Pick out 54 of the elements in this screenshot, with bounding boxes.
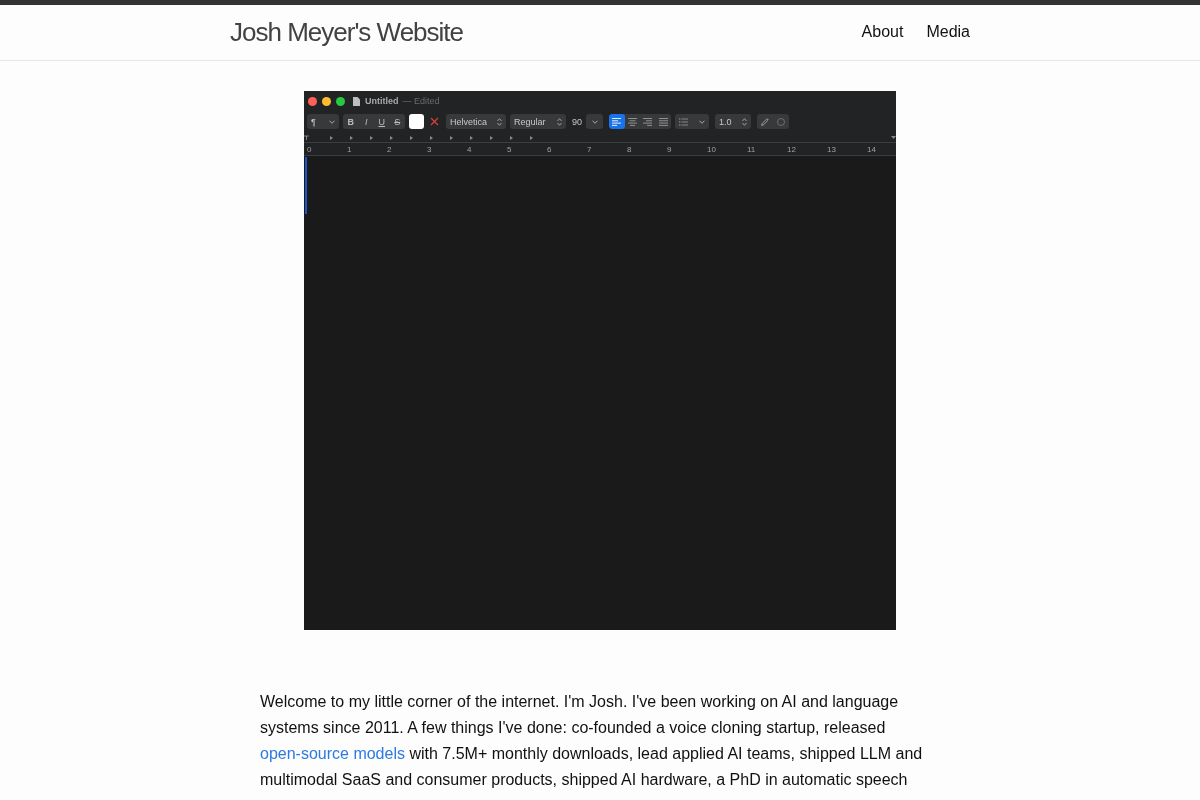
list-icon [679, 117, 688, 126]
window-title: Untitled [365, 96, 399, 106]
site-title-link[interactable]: Josh Meyer's Website [230, 5, 464, 59]
strikethrough-button[interactable]: S [389, 114, 405, 129]
nav-link[interactable]: Media [926, 5, 970, 59]
caret-icon [329, 119, 335, 124]
ruler-number: 8 [627, 144, 632, 154]
cross-icon[interactable] [430, 117, 439, 126]
ruler-number: 0 [307, 144, 312, 154]
font-family-select[interactable]: Helvetica [446, 114, 506, 129]
minimize-icon[interactable] [322, 96, 331, 106]
ruler-number: 11 [747, 144, 756, 154]
ruler-number: 5 [507, 144, 512, 154]
updown-chevron-icon [742, 117, 747, 126]
close-icon[interactable] [308, 96, 317, 106]
ruler-number: 13 [827, 144, 836, 154]
align-center-icon [627, 117, 637, 126]
line-spacing-select[interactable]: 1.0 [715, 114, 751, 129]
ruler-number: 3 [427, 144, 432, 154]
ruler-number: 14 [867, 144, 876, 154]
ruler-number: 6 [547, 144, 552, 154]
font-size-field[interactable]: 90 [572, 116, 582, 127]
italic-button[interactable]: I [358, 114, 374, 129]
ruler-number: 10 [707, 144, 716, 154]
window-status: — Edited [402, 96, 440, 106]
caret-icon [699, 119, 705, 124]
underline-button[interactable]: U [374, 114, 390, 129]
bold-button[interactable]: B [343, 114, 359, 129]
pencil-icon [761, 117, 769, 126]
open-source-models-link[interactable]: open-source models [260, 745, 405, 762]
maximize-icon[interactable] [336, 96, 345, 106]
color-well[interactable] [409, 114, 424, 129]
ruler-number: 9 [667, 144, 672, 154]
ruler-number: 2 [387, 144, 392, 154]
text-cursor [305, 157, 307, 214]
ruler-number: 12 [787, 144, 796, 154]
updown-chevron-icon [497, 117, 502, 126]
paragraph-style-menu[interactable]: ¶ [307, 114, 339, 129]
updown-chevron-icon [557, 117, 562, 126]
circle-icon [777, 117, 785, 126]
intro-paragraph: Welcome to my little corner of the internet. I'm Josh. I've been working on AI and language systems since 2011. A few things I've done: co-founded a voice cloning startup, released open-source models with 7.5M+ monthly downloads, lead applied AI teams, shipped LLM and multimodal SaaS and consumer products, shipped AI hardware, a PhD in automatic speech [260, 692, 924, 790]
ruler-number: 1 [347, 144, 352, 154]
nav-link[interactable]: About [861, 5, 904, 59]
justify-icon [658, 117, 668, 126]
font-style-select[interactable]: Regular [510, 114, 566, 129]
list-menu-button[interactable] [675, 114, 709, 129]
font-size-menu-button[interactable] [586, 114, 603, 129]
document-icon [353, 96, 360, 106]
ruler-number: 7 [587, 144, 592, 154]
align-left-icon [612, 117, 622, 126]
align-right-icon [643, 117, 653, 126]
align-left-button[interactable] [609, 114, 625, 129]
caret-icon [591, 119, 598, 124]
ruler-number: 4 [467, 144, 472, 154]
